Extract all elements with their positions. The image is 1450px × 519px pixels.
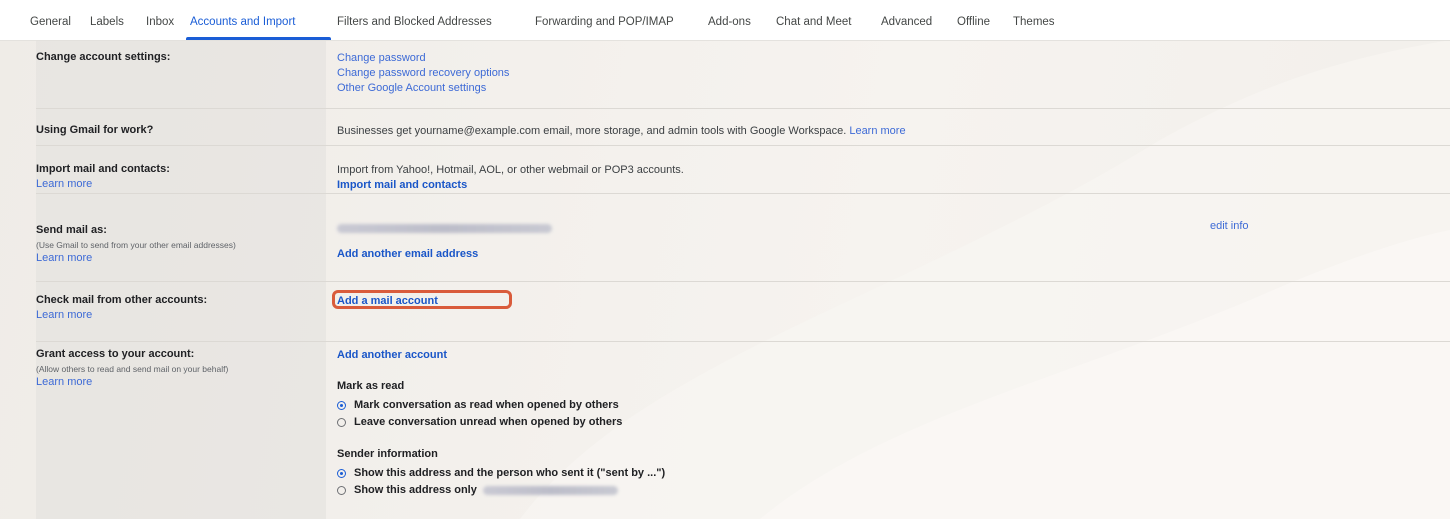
grant-access-content: Add another account Mark as read Mark co… — [337, 348, 665, 499]
show-address-and-sender-label: Show this address and the person who sen… — [354, 467, 666, 479]
change-account-settings-row: Change account settings: Change password… — [36, 40, 1450, 109]
tab-advanced[interactable]: Advanced — [881, 0, 932, 40]
radio-unchecked-icon[interactable] — [337, 418, 346, 427]
change-account-settings-links: Change password Change password recovery… — [337, 51, 509, 96]
tab-forwarding-and-pop-imap[interactable]: Forwarding and POP/IMAP — [535, 0, 674, 40]
sender-information-group: Sender information Show this address and… — [337, 447, 665, 499]
send-mail-as-label: Send mail as: — [36, 224, 107, 236]
add-another-account-link[interactable]: Add another account — [337, 348, 665, 363]
mark-read-option[interactable]: Mark conversation as read when opened by… — [337, 397, 665, 414]
import-mail-content: Import from Yahoo!, Hotmail, AOL, or oth… — [337, 163, 684, 193]
check-mail-label: Check mail from other accounts: — [36, 294, 208, 306]
tab-add-ons[interactable]: Add-ons — [708, 0, 751, 40]
radio-checked-icon[interactable] — [337, 401, 346, 410]
show-address-only-label: Show this address only — [354, 484, 477, 496]
import-mail-and-contacts-link[interactable]: Import mail and contacts — [337, 178, 684, 193]
gmail-for-work-label: Using Gmail for work? — [36, 124, 154, 136]
sender-address-redacted — [482, 486, 618, 495]
grant-access-label-block: Grant access to your account: (Allow oth… — [36, 348, 326, 388]
import-mail-label-block: Import mail and contacts: Learn more — [36, 163, 326, 190]
tab-labels[interactable]: Labels — [90, 0, 124, 40]
check-mail-row: Check mail from other accounts: Learn mo… — [36, 281, 1450, 342]
leave-unread-option[interactable]: Leave conversation unread when opened by… — [337, 414, 665, 431]
mark-read-option-label: Mark conversation as read when opened by… — [354, 399, 619, 411]
send-mail-as-address-redacted — [337, 221, 552, 236]
add-another-email-address-link[interactable]: Add another email address — [337, 247, 552, 262]
check-mail-content: Add a mail account — [332, 290, 512, 309]
gmail-for-work-row: Using Gmail for work? Businesses get you… — [36, 108, 1450, 146]
send-mail-as-content: Add another email address — [337, 221, 552, 262]
mark-as-read-title: Mark as read — [337, 380, 405, 392]
change-password-link[interactable]: Change password — [337, 51, 509, 66]
add-mail-account-wrapper: Add a mail account — [332, 290, 512, 309]
tab-chat-and-meet[interactable]: Chat and Meet — [776, 0, 851, 40]
gmail-settings-page: General Labels Inbox Accounts and Import… — [0, 0, 1450, 519]
tab-accounts-and-import[interactable]: Accounts and Import — [190, 0, 295, 40]
send-mail-as-learn-more-link[interactable]: Learn more — [36, 252, 326, 264]
mark-as-read-group: Mark as read Mark conversation as read w… — [337, 379, 665, 431]
gmail-for-work-text: Businesses get yourname@example.com emai… — [337, 125, 847, 137]
send-mail-as-sublabel: (Use Gmail to send from your other email… — [36, 240, 236, 250]
grant-access-row: Grant access to your account: (Allow oth… — [36, 341, 1450, 519]
change-account-settings-label: Change account settings: — [36, 51, 171, 63]
tab-offline[interactable]: Offline — [957, 0, 990, 40]
import-mail-learn-more-link[interactable]: Learn more — [36, 178, 326, 190]
import-mail-label: Import mail and contacts: — [36, 163, 170, 175]
show-address-only-option[interactable]: Show this address only — [337, 482, 665, 499]
tab-inbox[interactable]: Inbox — [146, 0, 174, 40]
check-mail-learn-more-link[interactable]: Learn more — [36, 309, 326, 321]
check-mail-label-block: Check mail from other accounts: Learn mo… — [36, 294, 326, 321]
accounts-settings-table: Change account settings: Change password… — [36, 40, 1450, 519]
grant-access-learn-more-link[interactable]: Learn more — [36, 376, 326, 388]
grant-access-label: Grant access to your account: — [36, 348, 195, 360]
send-mail-as-label-block: Send mail as: (Use Gmail to send from yo… — [36, 224, 326, 264]
import-mail-description: Import from Yahoo!, Hotmail, AOL, or oth… — [337, 164, 684, 176]
radio-unchecked-icon[interactable] — [337, 486, 346, 495]
tab-filters-and-blocked-addresses[interactable]: Filters and Blocked Addresses — [337, 0, 492, 40]
other-google-account-settings-link[interactable]: Other Google Account settings — [337, 81, 509, 96]
edit-info-link[interactable]: edit info — [1210, 220, 1249, 232]
show-address-and-sender-option[interactable]: Show this address and the person who sen… — [337, 465, 665, 482]
tab-general[interactable]: General — [30, 0, 71, 40]
settings-tab-bar: General Labels Inbox Accounts and Import… — [0, 0, 1450, 41]
gmail-for-work-content: Businesses get yourname@example.com emai… — [337, 124, 906, 139]
sender-information-title: Sender information — [337, 448, 438, 460]
leave-unread-option-label: Leave conversation unread when opened by… — [354, 416, 623, 428]
highlight-annotation-box — [332, 290, 512, 309]
change-password-recovery-link[interactable]: Change password recovery options — [337, 66, 509, 81]
import-mail-row: Import mail and contacts: Learn more Imp… — [36, 145, 1450, 194]
grant-access-sublabel: (Allow others to read and send mail on y… — [36, 364, 229, 374]
radio-checked-icon[interactable] — [337, 469, 346, 478]
gmail-for-work-learn-more-link[interactable]: Learn more — [849, 125, 905, 137]
send-mail-as-row: Send mail as: (Use Gmail to send from yo… — [36, 193, 1450, 282]
tab-themes[interactable]: Themes — [1013, 0, 1055, 40]
